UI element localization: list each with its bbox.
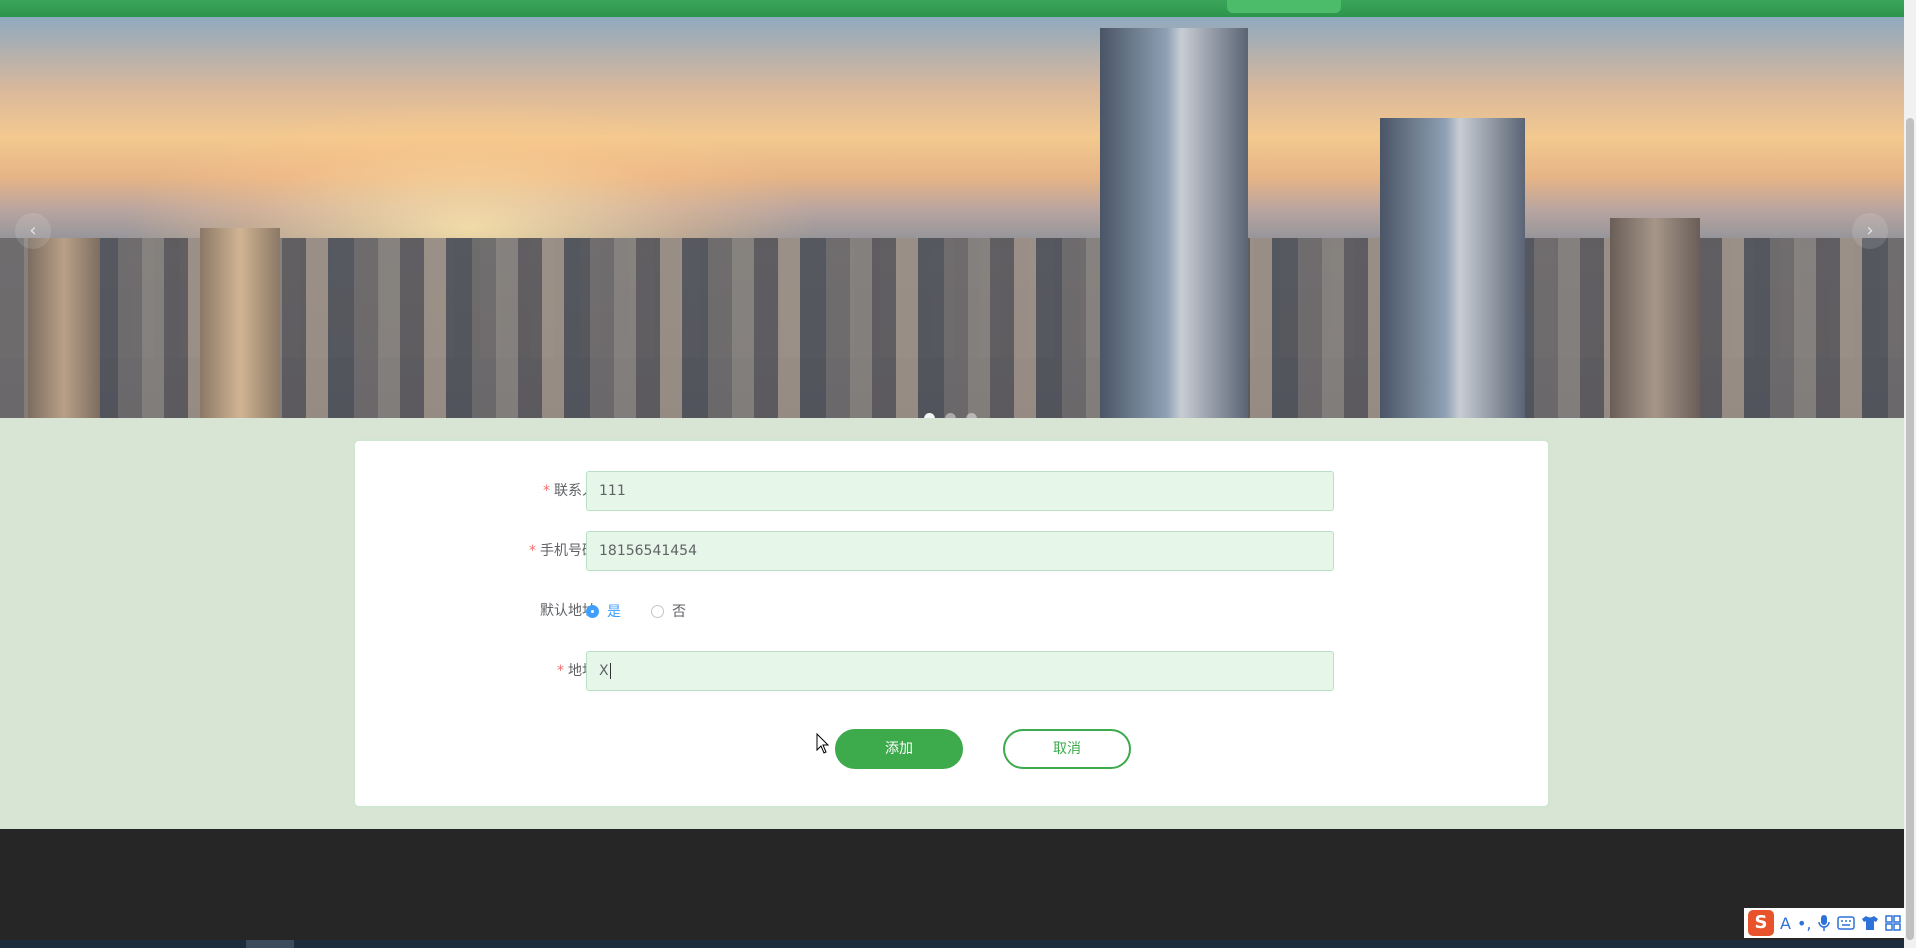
- radio-yes[interactable]: 是: [586, 601, 621, 621]
- address-form-card: * 联系人 111 * 手机号码 18156541454 默认地址 是 否 * 地址: [353, 439, 1550, 808]
- page-footer: [0, 829, 1904, 948]
- top-nav-bar: [0, 0, 1904, 17]
- banner-skyscraper: [1380, 118, 1525, 418]
- scrollbar-thumb[interactable]: [1906, 118, 1914, 940]
- contact-input[interactable]: 111: [586, 471, 1334, 511]
- address-input-value: X: [599, 663, 609, 679]
- phone-input[interactable]: 18156541454: [586, 531, 1334, 571]
- radio-no[interactable]: 否: [651, 601, 686, 621]
- ime-logo-icon[interactable]: S: [1748, 910, 1774, 936]
- radio-yes-label[interactable]: 是: [607, 601, 621, 621]
- contact-input-value: 111: [599, 483, 626, 499]
- keyboard-icon[interactable]: [1837, 916, 1856, 930]
- banner-skyscraper: [1100, 28, 1248, 418]
- radio-no-label[interactable]: 否: [672, 601, 686, 621]
- taskbar-active-item[interactable]: [246, 940, 294, 948]
- form-row-address: * 地址 X: [355, 651, 1548, 691]
- form-row-phone: * 手机号码 18156541454: [355, 531, 1548, 571]
- carousel-next-icon[interactable]: ›: [1852, 213, 1888, 249]
- carousel-prev-icon[interactable]: ‹: [15, 213, 51, 249]
- skin-shirt-icon[interactable]: [1861, 915, 1879, 931]
- cancel-button[interactable]: 取消: [1003, 729, 1131, 769]
- form-row-default-address: 默认地址 是 否: [355, 591, 1548, 631]
- mouse-pointer-icon: [816, 733, 830, 754]
- form-row-contact: * 联系人 111: [355, 471, 1548, 511]
- banner-building: [28, 238, 100, 418]
- carousel-indicators: [924, 413, 977, 418]
- banner-building: [1610, 218, 1700, 418]
- top-nav-active-tab[interactable]: [1227, 0, 1341, 13]
- radio-checked-icon[interactable]: [586, 604, 599, 618]
- carousel-dot[interactable]: [945, 413, 956, 418]
- grid-menu-icon[interactable]: [1885, 915, 1902, 931]
- banner-carousel: ‹ ›: [0, 17, 1904, 418]
- required-mark: *: [529, 543, 536, 559]
- ime-toolbar: S A •,: [1744, 908, 1906, 938]
- text-caret: [609, 663, 611, 679]
- default-address-radio-group: 是 否: [586, 591, 686, 631]
- add-button[interactable]: 添加: [835, 729, 963, 769]
- ime-punctuation-icon[interactable]: •,: [1797, 914, 1812, 933]
- ime-mode-icon[interactable]: A: [1780, 914, 1791, 933]
- address-input[interactable]: X: [586, 651, 1334, 691]
- phone-input-value: 18156541454: [599, 543, 697, 559]
- required-mark: *: [543, 483, 550, 499]
- carousel-dot[interactable]: [924, 413, 935, 418]
- required-mark: *: [557, 663, 564, 679]
- carousel-dot[interactable]: [966, 413, 977, 418]
- banner-building: [200, 228, 280, 418]
- microphone-icon[interactable]: [1817, 914, 1831, 932]
- radio-unchecked-icon[interactable]: [651, 604, 664, 618]
